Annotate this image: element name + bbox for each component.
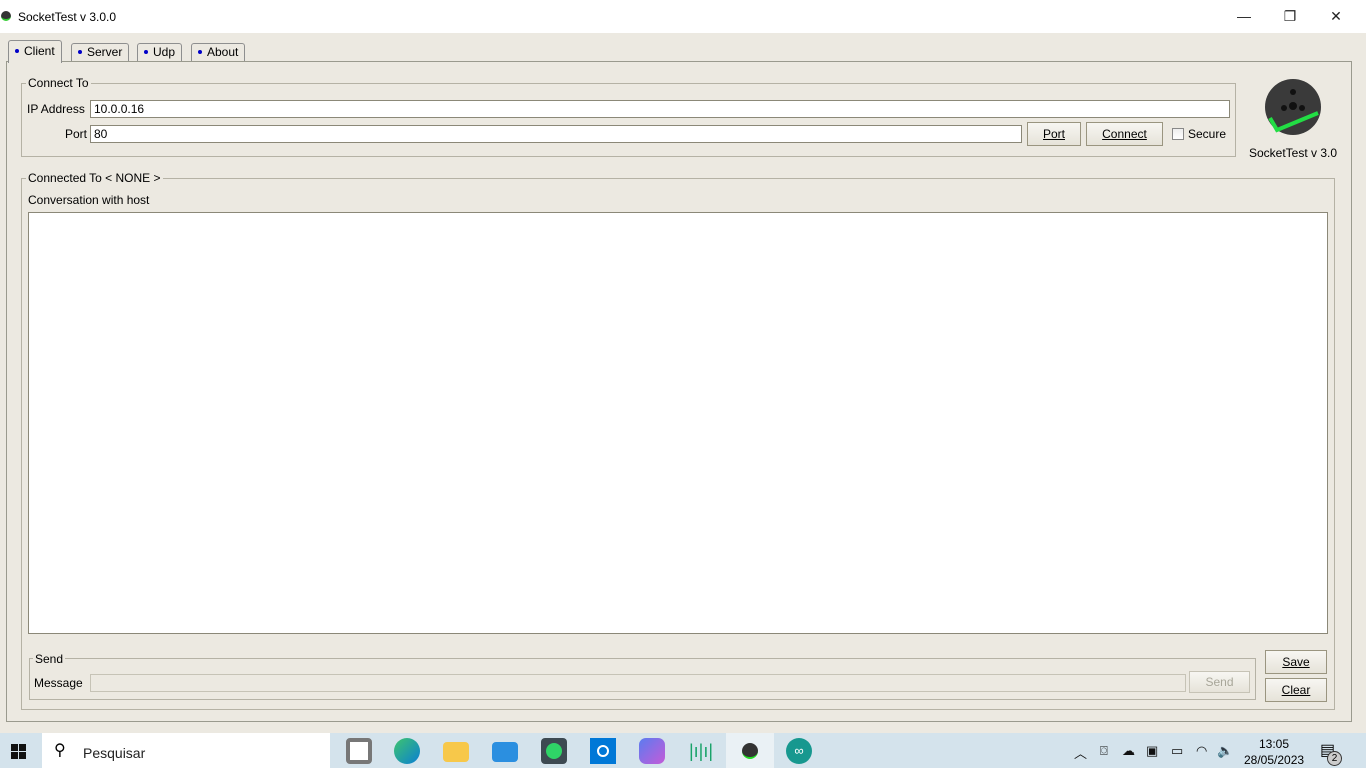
tab-label: Server bbox=[87, 45, 123, 59]
secure-label: Secure bbox=[1188, 127, 1227, 141]
wifi-icon[interactable]: ◠ bbox=[1196, 743, 1207, 759]
ip-address-input[interactable]: 10.0.0.16 bbox=[90, 100, 1230, 118]
tab-dot-icon bbox=[144, 49, 148, 54]
port-input[interactable]: 80 bbox=[90, 125, 1022, 143]
search-placeholder: Pesquisar bbox=[83, 745, 146, 761]
window-title: SocketTest v 3.0.0 bbox=[18, 10, 117, 24]
tab-server[interactable]: Server bbox=[71, 43, 130, 62]
tab-dot-icon bbox=[198, 49, 202, 54]
clear-button-label: Clear bbox=[1281, 683, 1311, 697]
connected-to-legend: Connected To < NONE > bbox=[26, 171, 163, 185]
tab-client[interactable]: Client bbox=[8, 40, 62, 63]
update-icon[interactable]: ▣ bbox=[1146, 743, 1158, 759]
clear-button[interactable]: Clear bbox=[1265, 678, 1327, 702]
show-hidden-icons-icon[interactable]: ︿ bbox=[1074, 743, 1087, 762]
app-icon bbox=[1, 11, 11, 21]
whatsapp-icon[interactable] bbox=[541, 738, 567, 764]
tab-dot-icon bbox=[15, 48, 19, 53]
connect-button-label: Connect bbox=[1102, 127, 1147, 141]
search-icon: ⚲ bbox=[54, 742, 66, 759]
notification-count-badge: 2 bbox=[1327, 751, 1342, 766]
sockettest-icon bbox=[742, 743, 758, 759]
sockettest-logo bbox=[1264, 78, 1322, 136]
connect-to-legend: Connect To bbox=[26, 76, 91, 90]
port-button-label: Port bbox=[1042, 127, 1065, 141]
message-label: Message bbox=[34, 676, 83, 690]
cortana-icon[interactable] bbox=[590, 738, 616, 764]
maximize-button[interactable]: ❐ bbox=[1267, 0, 1313, 32]
minimize-button[interactable]: — bbox=[1221, 0, 1267, 32]
title-bar: SocketTest v 3.0.0 — ❐ ✕ bbox=[0, 0, 1366, 33]
edge-icon[interactable] bbox=[394, 738, 420, 764]
clock-date[interactable]: 28/05/2023 bbox=[1244, 753, 1304, 767]
volume-icon[interactable]: 🔈 bbox=[1217, 743, 1233, 759]
send-legend: Send bbox=[33, 652, 66, 666]
app-icon[interactable] bbox=[346, 738, 372, 764]
audio-app-icon[interactable]: |ı|ı| bbox=[688, 738, 714, 764]
tab-dot-icon bbox=[78, 49, 82, 54]
tab-about[interactable]: About bbox=[191, 43, 246, 62]
file-explorer-icon[interactable] bbox=[443, 742, 469, 762]
conversation-textarea[interactable] bbox=[28, 212, 1328, 634]
send-button[interactable]: Send bbox=[1189, 671, 1250, 693]
message-input[interactable] bbox=[90, 674, 1186, 692]
battery-icon[interactable]: ▭ bbox=[1171, 743, 1183, 759]
clock-time[interactable]: 13:05 bbox=[1259, 737, 1289, 751]
tab-label: About bbox=[207, 45, 239, 59]
logo-caption: SocketTest v 3.0 bbox=[1249, 146, 1338, 160]
arduino-icon[interactable]: ∞ bbox=[786, 738, 812, 764]
windows-start-icon[interactable] bbox=[11, 744, 26, 759]
tab-udp[interactable]: Udp bbox=[137, 43, 183, 62]
tab-label: Udp bbox=[153, 45, 176, 59]
connect-button[interactable]: Connect bbox=[1086, 122, 1163, 146]
save-button[interactable]: Save bbox=[1265, 650, 1327, 674]
mail-icon[interactable] bbox=[492, 742, 518, 762]
sockettest-taskbar-button[interactable] bbox=[726, 733, 774, 768]
tab-label: Client bbox=[24, 44, 55, 58]
conversation-label: Conversation with host bbox=[28, 193, 150, 207]
secure-checkbox[interactable] bbox=[1172, 128, 1184, 140]
microsoft365-icon[interactable] bbox=[639, 738, 665, 764]
camera-icon[interactable]: ⌼ bbox=[1100, 743, 1108, 759]
search-box[interactable]: ⚲ Pesquisar bbox=[42, 733, 330, 768]
taskbar: ⚲ Pesquisar |ı|ı| ∞ ︿ ⌼ ☁ ▣ ▭ ◠ 🔈 13:05 … bbox=[0, 733, 1366, 768]
ip-address-label: IP Address bbox=[27, 102, 85, 116]
port-label: Port bbox=[65, 127, 88, 141]
onedrive-icon[interactable]: ☁ bbox=[1122, 743, 1135, 759]
save-button-label: Save bbox=[1282, 655, 1310, 669]
port-button[interactable]: Port bbox=[1027, 122, 1081, 146]
close-button[interactable]: ✕ bbox=[1313, 0, 1359, 32]
